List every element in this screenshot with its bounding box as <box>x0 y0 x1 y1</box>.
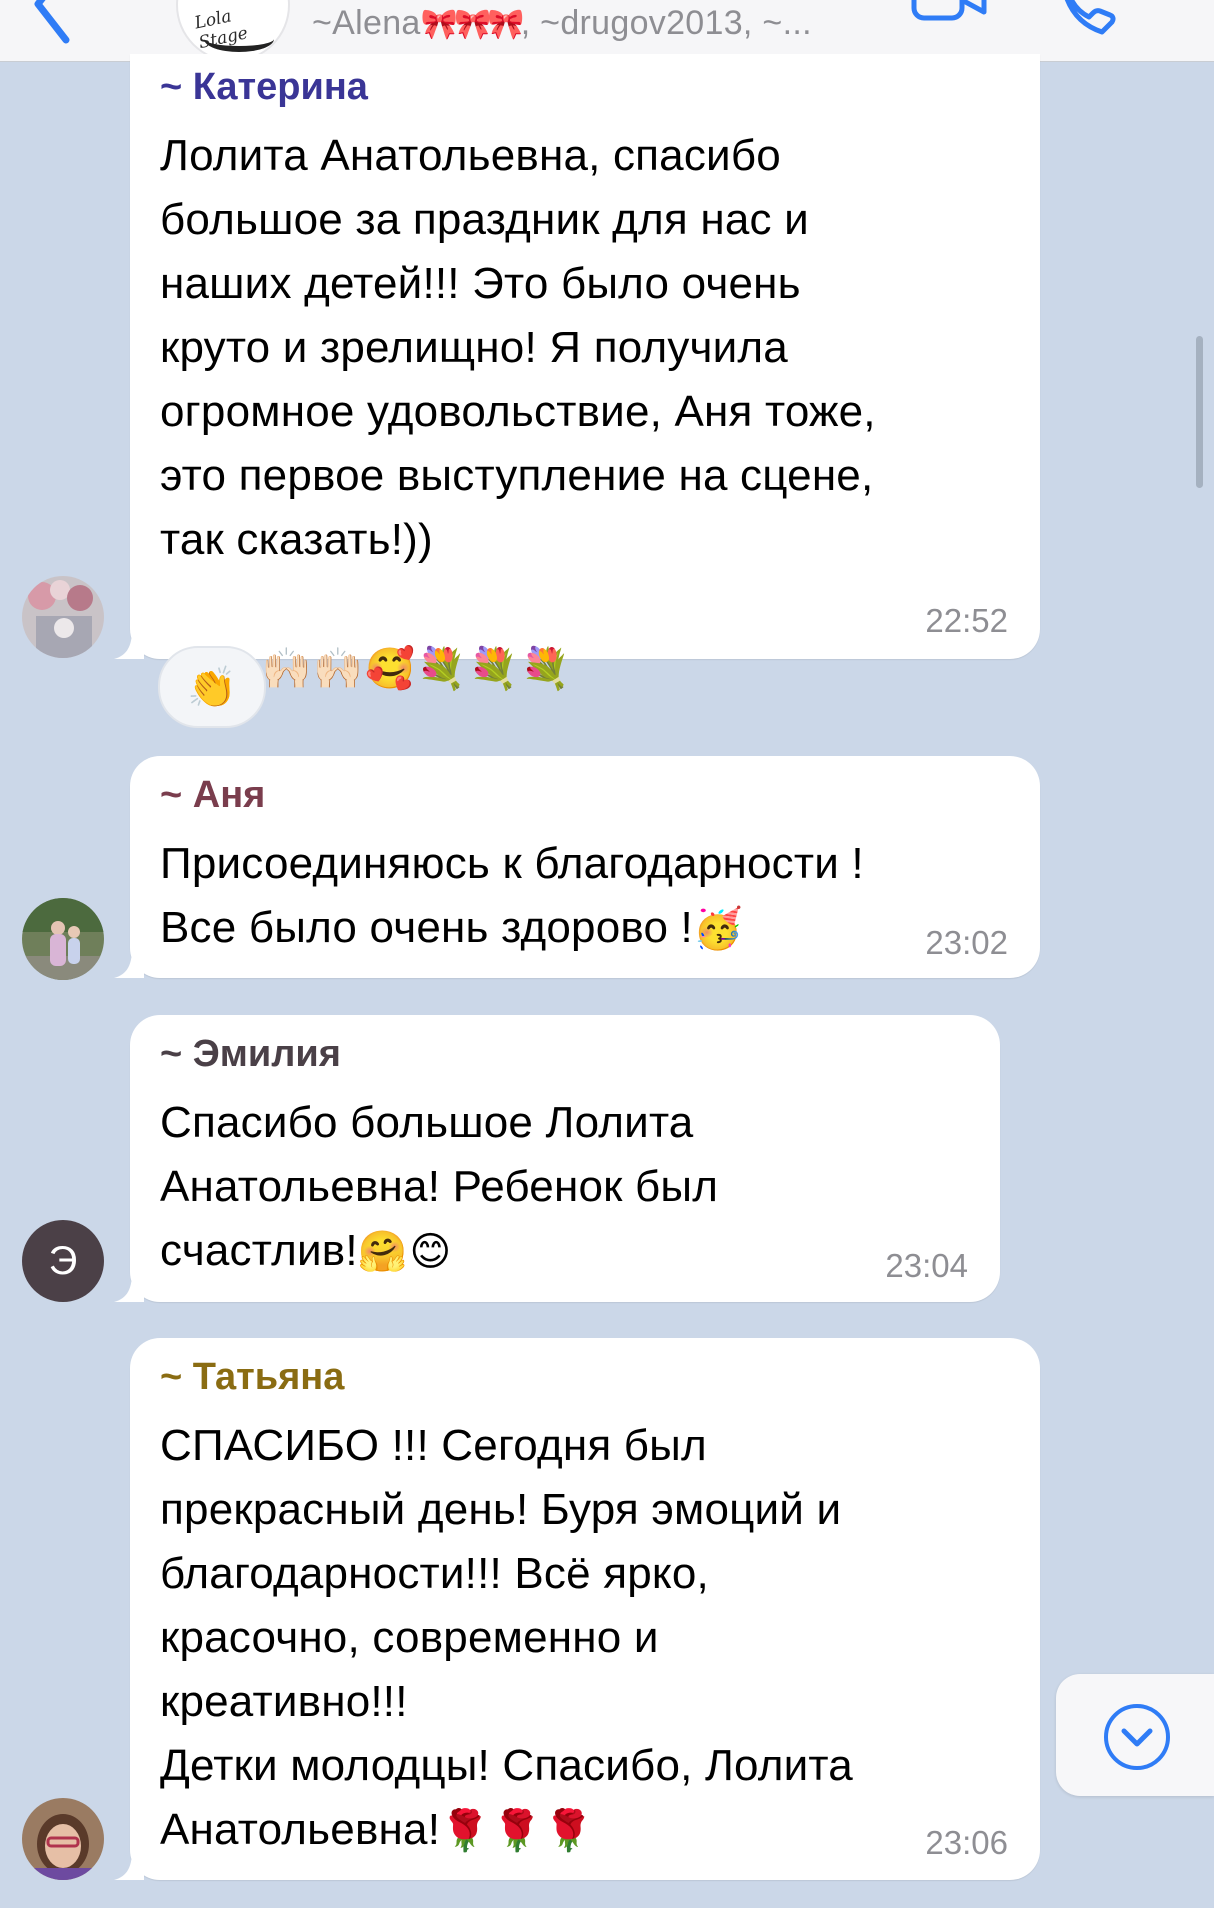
message-text: Спасибо большое Лолита Анатольевна! Ребе… <box>160 1091 718 1284</box>
chevron-left-icon[interactable] <box>28 0 76 44</box>
avatar[interactable]: Э <box>22 1220 104 1302</box>
participants-rest: , ~drugov2013, ~... <box>520 4 812 42</box>
sender-name-text: ~ Эмилия <box>160 1033 341 1075</box>
chat-participants[interactable]: ~Alena🎀🎀🎀, ~drugov2013, ~... <box>312 4 812 43</box>
message-time: 23:02 <box>925 924 1008 961</box>
avatar[interactable] <box>22 576 104 658</box>
avatar-photo <box>22 576 104 658</box>
emoji-sequence: 🌹🌹🌹 <box>440 1808 596 1854</box>
bubble-tail <box>114 1850 144 1880</box>
phone-icon[interactable] <box>1052 0 1122 36</box>
avatar-letter: Э <box>48 1238 78 1283</box>
chat-header: Lola Stage ~Alena🎀🎀🎀, ~drugov2013, ~... <box>0 0 1214 62</box>
message-time: 23:06 <box>925 1824 1008 1861</box>
sender-name-text: ~ Аня <box>160 774 266 816</box>
sender-name-text: ~ Татьяна <box>160 1356 345 1398</box>
emoji-sequence: 🥳 <box>692 906 745 952</box>
sender-name[interactable]: ~ Татьяна <box>160 1356 344 1399</box>
message-bubble[interactable]: ~ Татьяна СПАСИБО !!! Сегодня был прекра… <box>114 1338 1040 1880</box>
avatar-photo <box>22 1798 104 1880</box>
bubble-tail <box>114 948 144 978</box>
chevron-down-circle-icon <box>1104 1704 1170 1770</box>
group-avatar[interactable]: Lola Stage <box>178 0 288 60</box>
bubble-tail <box>114 629 144 659</box>
sender-name[interactable]: ~ Эмилия <box>160 1033 341 1076</box>
message-text: СПАСИБО !!! Сегодня был прекрасный день!… <box>160 1414 853 1863</box>
message-time: 22:52 <box>925 602 1008 639</box>
reaction-badge[interactable]: 👏 <box>158 646 266 728</box>
sender-name[interactable]: ~ Катерина <box>160 66 368 109</box>
participants-bows: 🎀🎀🎀 <box>420 8 525 41</box>
message-text: Лолита Анатольевна, спасибо большое за п… <box>160 131 876 564</box>
message-text-body: Присоединяюсь к благодарности ! Все было… <box>160 839 864 952</box>
avatar-photo <box>22 898 104 980</box>
logo-brush-stroke <box>204 26 274 52</box>
bubble-tail <box>114 1272 144 1302</box>
participants-first: ~Alena <box>312 4 421 42</box>
video-camera-icon[interactable] <box>910 0 990 24</box>
avatar[interactable] <box>22 1798 104 1880</box>
message-text: Присоединяюсь к благодарности ! Все было… <box>160 832 864 961</box>
scrollbar[interactable] <box>1196 336 1203 488</box>
sender-name[interactable]: ~ Аня <box>160 774 265 817</box>
message-text-body: СПАСИБО !!! Сегодня был прекрасный день!… <box>160 1421 853 1854</box>
sender-name-text: ~ Катерина <box>160 66 368 108</box>
message-bubble[interactable]: ~ Катерина Лолита Анатольевна, спасибо б… <box>114 54 1040 692</box>
message-bubble[interactable]: ~ Аня Присоединяюсь к благодарности ! Вс… <box>114 756 1040 978</box>
avatar[interactable] <box>22 898 104 980</box>
message-time: 23:04 <box>885 1247 968 1284</box>
scroll-to-bottom-button[interactable] <box>1056 1674 1214 1796</box>
emoji-sequence: 🤗😊 <box>357 1229 454 1275</box>
clap-icon: 👏 <box>187 665 237 710</box>
message-bubble[interactable]: ~ Эмилия Спасибо большое Лолита Анатолье… <box>114 1015 1000 1302</box>
